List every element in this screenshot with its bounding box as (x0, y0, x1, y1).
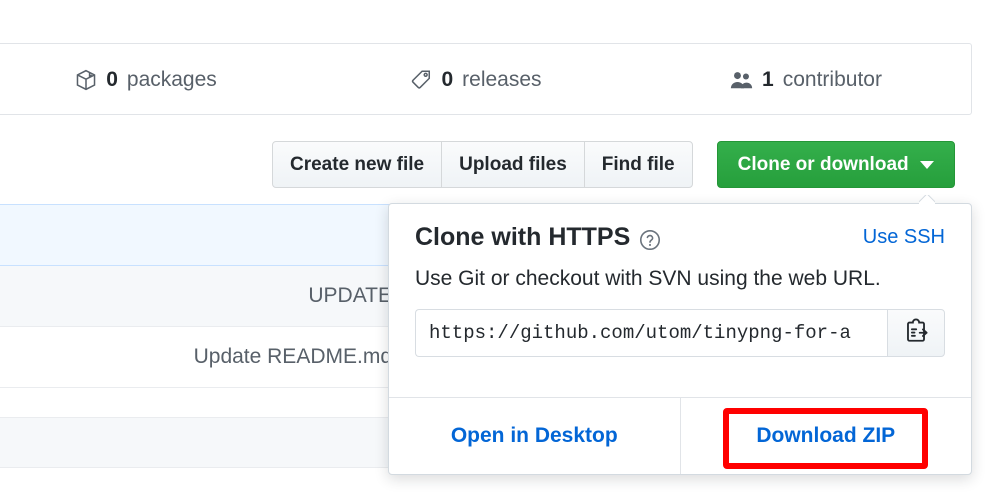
clipboard-copy-icon (903, 318, 929, 347)
file-actions-toolbar: Create new file Upload files Find file C… (272, 141, 955, 188)
clone-header-row: Clone with HTTPS Use SSH (415, 223, 945, 252)
stat-packages-label: packages (126, 67, 217, 91)
upload-files-button[interactable]: Upload files (441, 142, 584, 187)
clone-url-row (415, 308, 945, 357)
tag-icon (410, 69, 432, 91)
clone-url-input[interactable] (415, 308, 887, 357)
file-row[interactable] (0, 388, 400, 418)
clone-dropdown-footer: Open in Desktop Download ZIP (389, 397, 971, 474)
clone-dropdown-panel: Clone with HTTPS Use SSH Use Git or chec… (388, 203, 972, 475)
stat-packages[interactable]: 0 packages (0, 67, 311, 91)
clone-dropdown-body: Clone with HTTPS Use SSH Use Git or chec… (389, 204, 971, 357)
file-row-update[interactable]: UPDATE (0, 266, 400, 327)
repo-stats-bar: 0 packages 0 releases 1 contributor (0, 43, 972, 115)
download-zip-link[interactable]: Download ZIP (681, 398, 972, 474)
file-button-group: Create new file Upload files Find file (272, 141, 693, 188)
clone-description: Use Git or checkout with SVN using the w… (415, 266, 881, 290)
stat-releases-label: releases (462, 67, 542, 91)
clone-title: Clone with HTTPS (415, 223, 631, 251)
file-row[interactable] (0, 468, 400, 498)
copy-clone-url-button[interactable] (887, 308, 945, 357)
file-row-readme[interactable]: Update README.md (0, 327, 400, 388)
package-icon (75, 69, 97, 91)
find-file-button[interactable]: Find file (583, 142, 692, 187)
latest-commit-row[interactable] (0, 204, 400, 266)
file-row-message: UPDATE (308, 284, 392, 307)
question-circle-icon[interactable] (639, 229, 661, 251)
stat-contributors[interactable]: 1 contributor (641, 68, 971, 91)
clone-or-download-label: Clone or download (737, 153, 909, 175)
people-icon (730, 69, 753, 92)
chevron-down-icon (919, 160, 934, 169)
stat-contributors-count: 1 (762, 67, 774, 91)
file-row-message: Update README.md (193, 345, 392, 368)
open-in-desktop-link[interactable]: Open in Desktop (389, 398, 681, 474)
stat-releases-count: 0 (441, 67, 454, 91)
use-ssh-link[interactable]: Use SSH (863, 226, 945, 249)
repo-file-list: UPDATE Update README.md (0, 204, 400, 498)
file-row[interactable] (0, 418, 400, 468)
create-new-file-button[interactable]: Create new file (273, 142, 441, 187)
stat-contributors-label: contributor (782, 67, 882, 91)
dropdown-caret-icon (919, 195, 935, 204)
stat-releases[interactable]: 0 releases (311, 68, 641, 90)
stat-packages-count: 0 (106, 67, 118, 91)
clone-or-download-button[interactable]: Clone or download (716, 141, 955, 188)
clone-title-wrap: Clone with HTTPS (415, 223, 661, 252)
